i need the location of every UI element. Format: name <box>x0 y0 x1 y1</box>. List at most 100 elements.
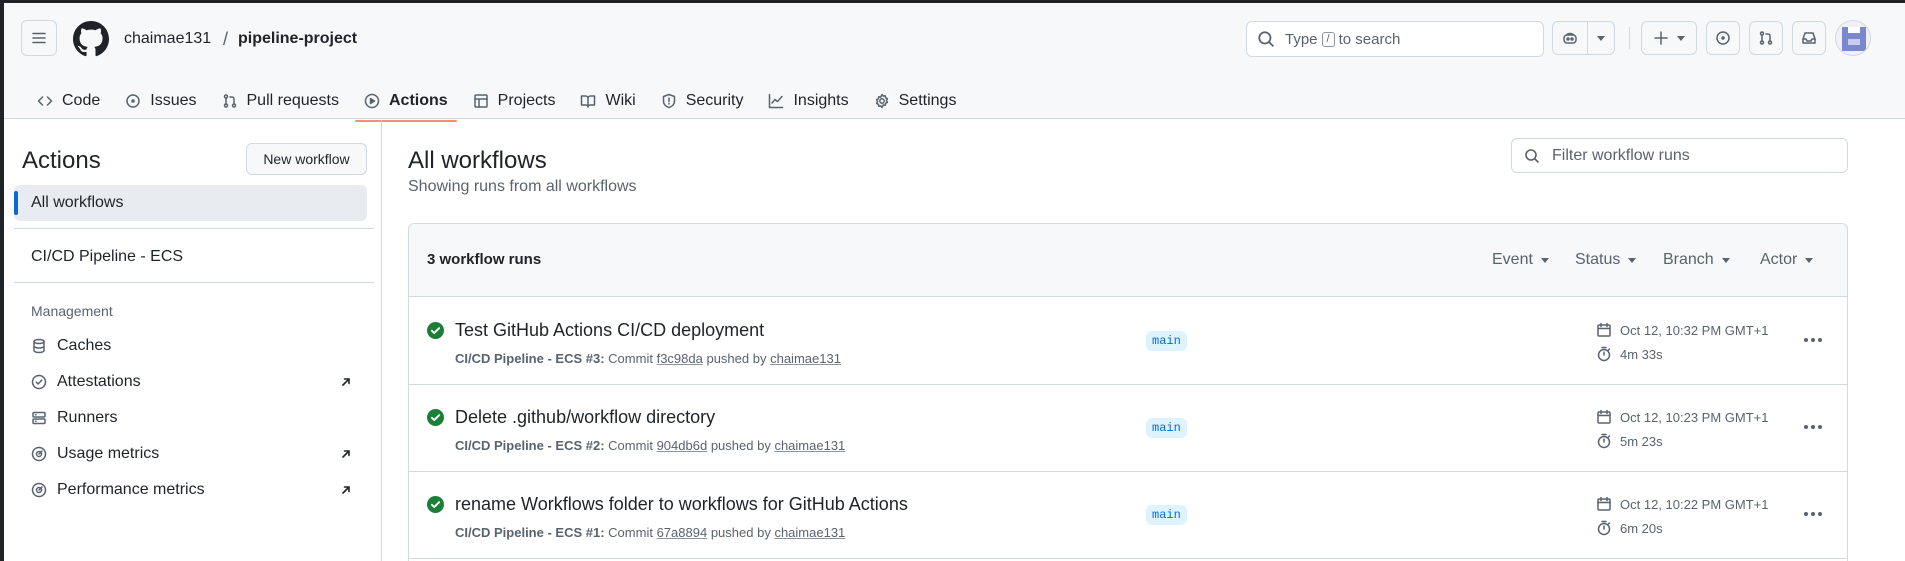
sidebar-item-attestations[interactable]: Attestations <box>31 370 141 394</box>
tab-projects[interactable]: Projects <box>464 83 565 119</box>
sidebar-item-label: Caches <box>57 337 112 354</box>
copilot-button[interactable] <box>1552 21 1588 55</box>
dropdown-label: Status <box>1575 251 1621 268</box>
breadcrumb-owner[interactable]: chaimae131 <box>124 30 211 48</box>
breadcrumb-repo[interactable]: pipeline-project <box>238 30 357 48</box>
sidebar-item-performance-metrics[interactable]: Performance metrics <box>31 478 205 502</box>
run-options-button[interactable] <box>1801 417 1825 437</box>
pushed-by-label: pushed by <box>706 351 767 366</box>
sidebar-item-usage-metrics[interactable]: Usage metrics <box>31 442 159 466</box>
tab-label: Projects <box>497 92 556 109</box>
inbox-icon <box>1802 32 1816 44</box>
filter-workflow-runs-input[interactable]: Filter workflow runs <box>1511 138 1848 173</box>
actor-link[interactable]: chaimae131 <box>770 351 841 366</box>
commit-sha-link[interactable]: 904db6d <box>657 438 708 453</box>
chevron-down-icon <box>1628 257 1637 263</box>
kebab-dot-icon <box>1811 512 1815 516</box>
pull-request-icon <box>223 94 236 108</box>
tab-security[interactable]: Security <box>652 83 753 119</box>
sidebar-item-workflow[interactable]: CI/CD Pipeline - ECS <box>31 248 183 266</box>
kebab-dot-icon <box>1818 512 1822 516</box>
run-title-link[interactable]: rename Workflows folder to workflows for… <box>455 494 908 515</box>
run-title-link[interactable]: Delete .github/workflow directory <box>455 407 715 428</box>
workflow-run-row[interactable]: Delete .github/workflow directory CI/CD … <box>409 385 1847 472</box>
tab-label: Insights <box>793 92 849 109</box>
hamburger-icon <box>32 32 46 44</box>
tab-insights[interactable]: Insights <box>759 83 857 119</box>
tab-actions[interactable]: Actions <box>355 83 457 122</box>
pushed-by-label: pushed by <box>710 438 771 453</box>
branch-badge[interactable]: main <box>1146 418 1187 438</box>
workflow-run-row[interactable]: rename Workflows folder to workflows for… <box>409 472 1847 559</box>
verified-icon <box>31 374 47 390</box>
branch-badge[interactable]: main <box>1146 505 1187 525</box>
code-icon <box>37 96 53 106</box>
run-options-button[interactable] <box>1801 330 1825 350</box>
run-duration: 4m 33s <box>1596 346 1663 362</box>
filter-placeholder: Filter workflow runs <box>1552 146 1690 164</box>
copilot-dropdown-button[interactable] <box>1587 21 1615 55</box>
commit-sha-link[interactable]: 67a8894 <box>657 525 708 540</box>
run-date: Oct 12, 10:22 PM GMT+1 <box>1596 496 1768 512</box>
sidebar-item-caches[interactable]: Caches <box>31 334 111 358</box>
global-search-input[interactable]: Type / to search <box>1246 21 1544 57</box>
run-title-link[interactable]: Test GitHub Actions CI/CD deployment <box>455 320 764 341</box>
inbox-button[interactable] <box>1792 21 1826 55</box>
branch-filter-dropdown[interactable]: Branch <box>1663 251 1730 269</box>
sidebar-item-runners[interactable]: Runners <box>31 406 117 430</box>
new-workflow-button[interactable]: New workflow <box>246 143 367 175</box>
run-workflow-label: CI/CD Pipeline - ECS #3: <box>455 351 605 366</box>
commit-label: Commit <box>608 351 653 366</box>
menu-button[interactable] <box>21 20 57 56</box>
runs-count: 3 workflow runs <box>427 251 542 268</box>
run-options-button[interactable] <box>1801 504 1825 524</box>
calendar-icon <box>1597 409 1611 424</box>
active-indicator <box>14 191 18 215</box>
branch-badge[interactable]: main <box>1146 331 1187 351</box>
run-workflow-label: CI/CD Pipeline - ECS #1: <box>455 525 605 540</box>
page-title: All workflows <box>408 147 547 174</box>
github-logo-icon[interactable] <box>73 21 109 57</box>
run-duration-text: 4m 33s <box>1620 346 1663 362</box>
event-filter-dropdown[interactable]: Event <box>1492 251 1549 269</box>
create-new-button[interactable] <box>1641 21 1697 55</box>
tab-settings[interactable]: Settings <box>865 83 966 119</box>
pull-requests-button[interactable] <box>1749 21 1783 55</box>
chevron-down-icon <box>1677 35 1685 41</box>
header-divider <box>1629 27 1630 49</box>
sidebar-item-all-workflows-label[interactable]: All workflows <box>31 194 123 212</box>
tab-pull-requests[interactable]: Pull requests <box>213 83 349 119</box>
run-date-text: Oct 12, 10:23 PM GMT+1 <box>1620 409 1769 425</box>
external-link-icon <box>342 378 350 386</box>
stopwatch-icon <box>1597 346 1611 362</box>
run-duration-text: 5m 23s <box>1620 433 1663 449</box>
kebab-dot-icon <box>1818 425 1822 429</box>
commit-sha-link[interactable]: f3c98da <box>657 351 703 366</box>
kebab-dot-icon <box>1804 425 1808 429</box>
workflow-run-row[interactable]: Test GitHub Actions CI/CD deployment CI/… <box>409 298 1847 385</box>
tab-issues[interactable]: Issues <box>116 83 205 119</box>
status-filter-dropdown[interactable]: Status <box>1575 251 1637 269</box>
user-avatar[interactable] <box>1835 20 1871 56</box>
kebab-dot-icon <box>1804 512 1808 516</box>
chevron-down-icon <box>1805 257 1814 263</box>
actor-link[interactable]: chaimae131 <box>774 525 845 540</box>
actor-link[interactable]: chaimae131 <box>774 438 845 453</box>
sidebar-divider <box>14 228 374 229</box>
graph-icon <box>769 93 784 109</box>
tab-label: Issues <box>150 92 197 109</box>
kebab-dot-icon <box>1811 425 1815 429</box>
sidebar-item-label: Runners <box>57 409 118 426</box>
external-link-icon <box>342 486 350 494</box>
meter-icon <box>31 446 47 462</box>
success-check-icon <box>427 496 444 513</box>
tab-wiki[interactable]: Wiki <box>571 83 644 119</box>
issues-button[interactable] <box>1706 21 1740 55</box>
commit-label: Commit <box>608 438 653 453</box>
tab-label: Code <box>62 92 101 109</box>
tab-code[interactable]: Code <box>28 83 109 119</box>
sidebar-item-label: Attestations <box>57 373 141 390</box>
actor-filter-dropdown[interactable]: Actor <box>1760 251 1814 269</box>
tab-label: Wiki <box>605 92 636 109</box>
search-shortcut-key: / <box>1321 31 1335 47</box>
